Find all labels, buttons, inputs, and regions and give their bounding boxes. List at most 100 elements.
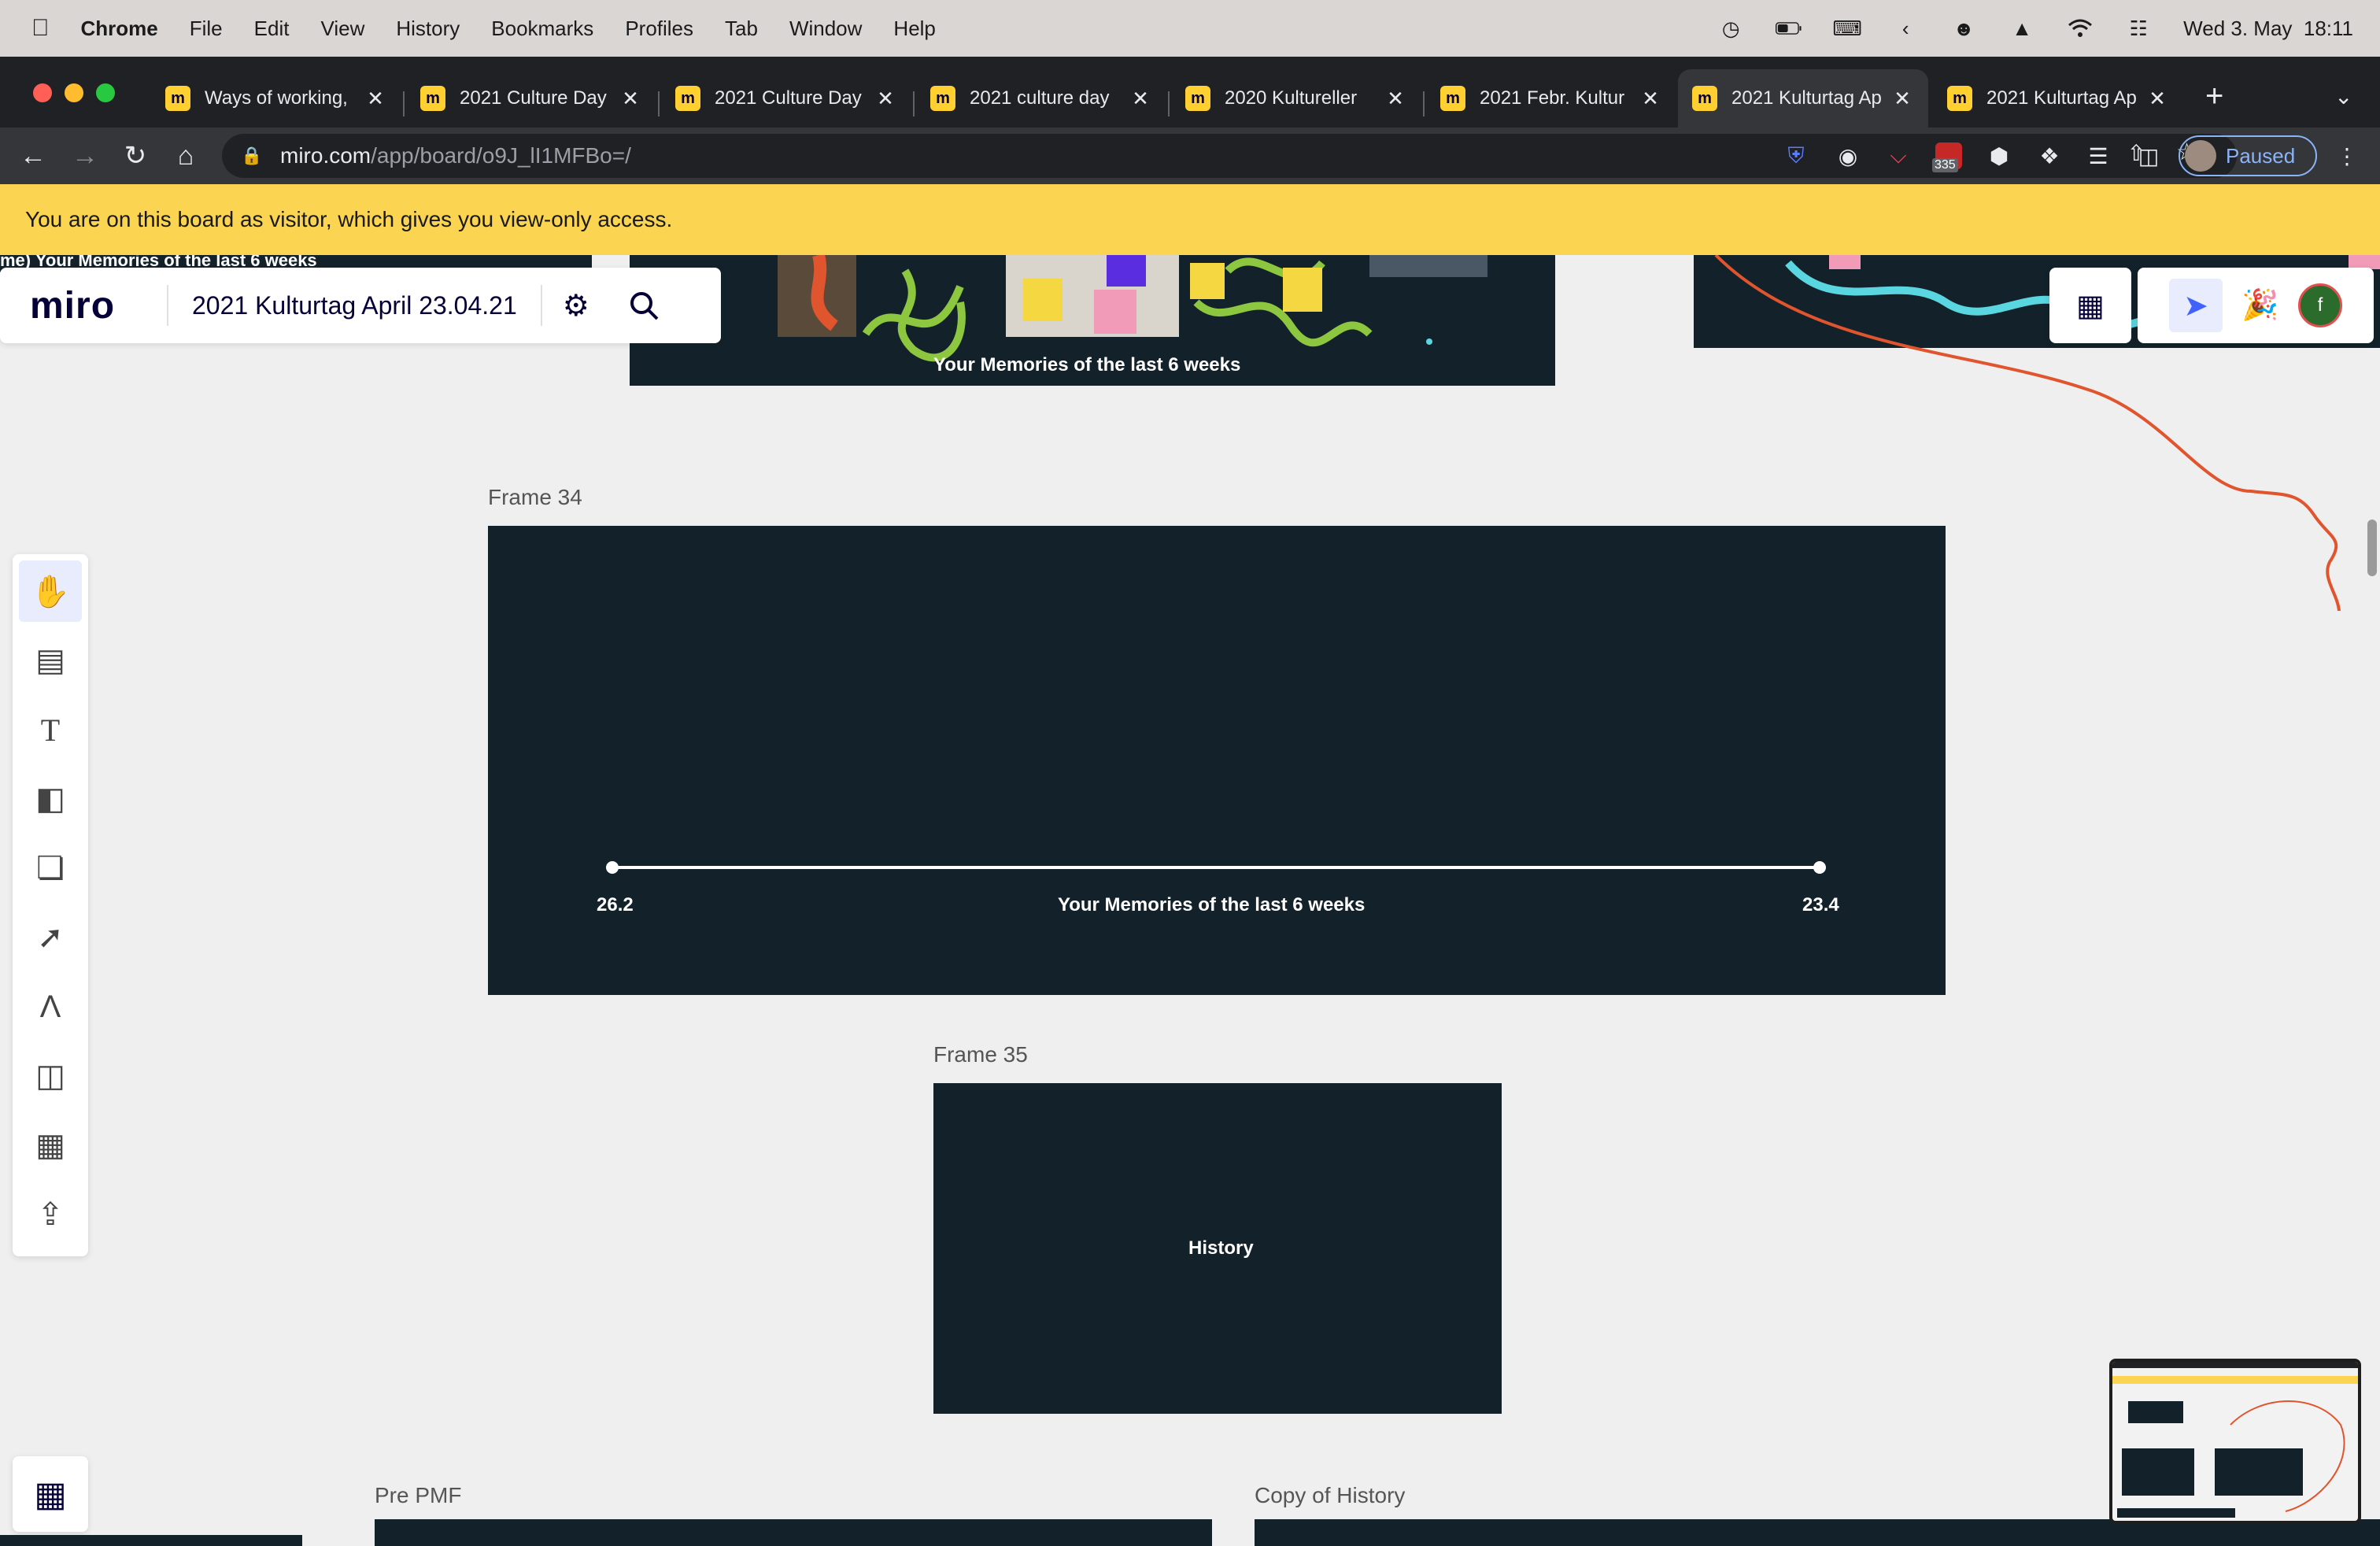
bitwarden-icon[interactable]: ⛨ — [1780, 139, 1812, 173]
chevron-left-icon[interactable]: ‹ — [1892, 17, 1919, 40]
miro-logo[interactable]: miro — [0, 284, 167, 327]
timeline-end-label: 23.4 — [1802, 894, 1839, 915]
frame35-title[interactable]: Frame 35 — [933, 1042, 1028, 1067]
menu-window[interactable]: Window — [789, 17, 862, 41]
menu-bookmarks[interactable]: Bookmarks — [491, 17, 593, 41]
timeline-start-label: 26.2 — [597, 894, 634, 915]
frames-icon: ▦ — [34, 1474, 67, 1514]
minimize-window-button[interactable] — [65, 83, 83, 102]
search-icon[interactable] — [610, 268, 678, 343]
copy-history-title[interactable]: Copy of History — [1255, 1483, 1405, 1508]
history-label: History — [1188, 1237, 1254, 1259]
timeline-end-dot — [1813, 861, 1826, 874]
comment-tool-icon[interactable]: ▤ — [19, 630, 82, 691]
text-tool-icon[interactable]: T — [19, 699, 82, 760]
home-button[interactable]: ⌂ — [170, 140, 201, 172]
keyboard-icon[interactable]: ⌨ — [1832, 17, 1862, 40]
apps-shapes-icon[interactable]: ▦ — [2064, 279, 2117, 332]
vertical-scrollbar[interactable] — [2367, 520, 2377, 576]
time-machine-icon[interactable]: ◷ — [1717, 17, 1744, 40]
shapes-tool-icon[interactable]: ❏ — [19, 838, 82, 899]
zoom-window-button[interactable] — [96, 83, 115, 102]
profile-button[interactable]: Paused — [2179, 135, 2317, 176]
reload-button[interactable]: ↻ — [120, 140, 151, 172]
close-tab-icon[interactable]: ✕ — [1129, 87, 1152, 111]
close-window-button[interactable] — [33, 83, 52, 102]
menu-tab[interactable]: Tab — [725, 17, 758, 41]
browser-tab[interactable]: m 2021 Febr. Kultur ✕ — [1426, 69, 1676, 128]
menu-app-name[interactable]: Chrome — [81, 17, 158, 41]
frame34-title[interactable]: Frame 34 — [488, 485, 582, 510]
board-minimap[interactable] — [2109, 1359, 2361, 1524]
battery-icon[interactable] — [1776, 17, 1802, 39]
new-tab-button[interactable]: + — [2205, 80, 2223, 112]
pre-pmf-title[interactable]: Pre PMF — [375, 1483, 461, 1508]
memories-caption: Your Memories of the last 6 weeks — [933, 354, 1241, 375]
close-tab-icon[interactable]: ✕ — [2145, 87, 2169, 111]
miro-favicon-icon: m — [1947, 86, 1972, 111]
reading-list-icon[interactable]: ☰ — [2082, 139, 2114, 173]
lock-icon[interactable]: 🔒 — [241, 146, 263, 166]
board-canvas[interactable]: me) Your Memories of the last 6 weeks Yo… — [0, 255, 2380, 1546]
back-button[interactable]: ← — [17, 140, 49, 172]
arrow-tool-icon[interactable]: ➚ — [19, 907, 82, 968]
extension-badge-icon[interactable]: 335 — [1932, 139, 1964, 173]
browser-tab[interactable]: m 2021 Culture Day ✕ — [406, 69, 656, 128]
menu-view[interactable]: View — [320, 17, 364, 41]
vpn-icon[interactable]: ▲ — [2009, 17, 2035, 40]
extension-mask-icon[interactable]: ◉ — [1832, 139, 1864, 173]
pen-tool-icon[interactable]: Λ — [19, 976, 82, 1037]
menubar-datetime[interactable]: Wed 3. May 18:11 — [2183, 17, 2353, 41]
frames-panel-button[interactable]: ▦ — [13, 1456, 88, 1532]
settings-gear-icon[interactable]: ⚙ — [542, 268, 610, 343]
extension-cube-icon[interactable]: ⬢ — [1983, 139, 2015, 173]
pocket-icon[interactable]: ⌵ — [1883, 139, 1914, 173]
menu-profiles[interactable]: Profiles — [625, 17, 693, 41]
sticky-note-tool-icon[interactable]: ◧ — [19, 768, 82, 830]
side-panel-icon[interactable]: ◫ — [2133, 139, 2164, 173]
browser-tab-active[interactable]: m 2021 Kulturtag Ap ✕ — [1678, 69, 1928, 128]
tab-title: 2021 culture day — [970, 87, 1110, 109]
frame35[interactable]: History — [933, 1083, 1502, 1414]
menu-file[interactable]: File — [190, 17, 223, 41]
miro-favicon-icon: m — [1185, 86, 1210, 111]
user-avatar[interactable]: f — [2298, 283, 2342, 327]
menu-edit[interactable]: Edit — [254, 17, 290, 41]
apple-icon[interactable]:  — [31, 15, 50, 42]
browser-tab[interactable]: m 2020 Kultureller ✕ — [1171, 69, 1421, 128]
forward-button[interactable]: → — [69, 140, 101, 172]
control-center-icon[interactable]: ☷ — [2125, 17, 2152, 40]
upload-tool-icon[interactable]: ⇪ — [19, 1184, 82, 1245]
profile-status: Paused — [2226, 143, 2296, 168]
extensions-puzzle-icon[interactable]: ❖ — [2034, 139, 2065, 173]
templates-tool-icon[interactable]: ◫ — [19, 1045, 82, 1107]
cursor-filter-icon[interactable]: ➤ — [2169, 279, 2223, 332]
browser-tab[interactable]: m 2021 Culture Day ✕ — [661, 69, 911, 128]
close-tab-icon[interactable]: ✕ — [1384, 87, 1407, 111]
close-tab-icon[interactable]: ✕ — [874, 87, 897, 111]
browser-tab[interactable]: m Ways of working, ✕ — [151, 69, 401, 128]
frame34[interactable]: 26.2 Your Memories of the last 6 weeks 2… — [488, 526, 1946, 995]
close-tab-icon[interactable]: ✕ — [1890, 87, 1914, 111]
extension-badge-count: 335 — [1932, 158, 1958, 172]
close-tab-icon[interactable]: ✕ — [619, 87, 642, 111]
menu-help[interactable]: Help — [893, 17, 935, 41]
pre-pmf-frame[interactable] — [375, 1519, 1212, 1546]
wifi-icon[interactable] — [2067, 17, 2094, 39]
frame-tool-icon[interactable]: ▦ — [19, 1115, 82, 1176]
profile-avatar — [2185, 140, 2216, 172]
board-title[interactable]: 2021 Kulturtag April 23.04.21 — [168, 291, 541, 320]
browser-tab[interactable]: m 2021 Kulturtag Ap ✕ — [1933, 69, 2183, 128]
people-icon[interactable]: ☻ — [1950, 17, 1977, 40]
tab-search-chevron-icon[interactable]: ⌄ — [2334, 83, 2352, 109]
celebrate-icon[interactable]: 🎉 — [2234, 279, 2287, 332]
chrome-menu-icon[interactable]: ⋮ — [2331, 139, 2363, 173]
close-tab-icon[interactable]: ✕ — [364, 87, 387, 111]
hand-tool-icon[interactable]: ✋ — [19, 560, 82, 622]
browser-tab[interactable]: m 2021 culture day ✕ — [916, 69, 1166, 128]
close-tab-icon[interactable]: ✕ — [1639, 87, 1662, 111]
visitor-banner: You are on this board as visitor, which … — [0, 184, 2380, 255]
tab-title: 2020 Kultureller — [1225, 87, 1358, 109]
mac-menubar:  Chrome File Edit View History Bookmark… — [0, 0, 2380, 57]
menu-history[interactable]: History — [396, 17, 460, 41]
